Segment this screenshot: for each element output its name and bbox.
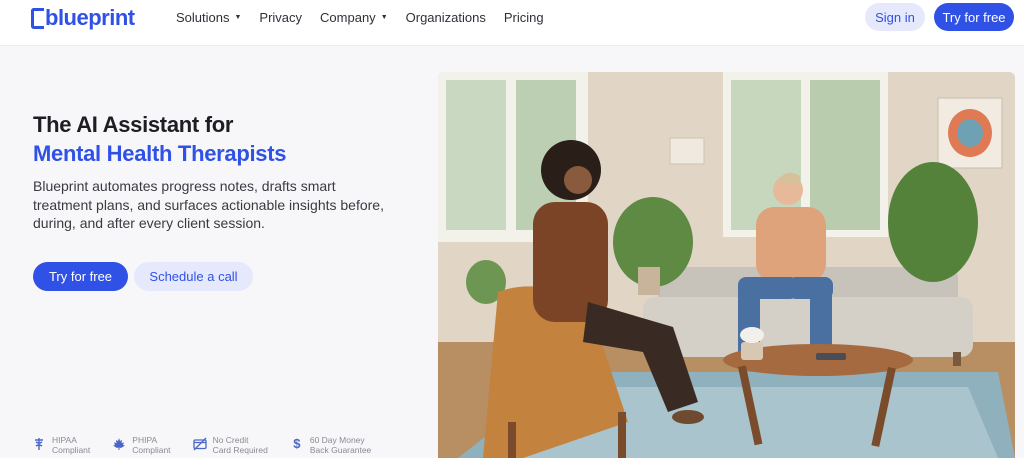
nav-item-label: Privacy xyxy=(259,9,303,25)
sign-in-button[interactable]: Sign in xyxy=(865,3,925,31)
nav-item-label: Solutions xyxy=(176,9,230,25)
badge-line2: Back Guarantee xyxy=(309,445,372,455)
caret-down-icon: ▼ xyxy=(234,13,242,21)
nav-links: Solutions ▼ Privacy Company ▼ Organization… xyxy=(176,9,562,25)
nav-item-label: Company xyxy=(320,9,376,25)
nav-try-free-button[interactable]: Try for free xyxy=(934,3,1014,31)
nav-item-label: Pricing xyxy=(503,9,544,25)
logo-text: blueprint xyxy=(45,5,135,30)
try-free-button[interactable]: Try for free xyxy=(33,262,128,291)
badge-line1: PHIPA xyxy=(132,435,158,445)
top-nav: blueprint Solutions ▼ Privacy Company ▼ Or… xyxy=(0,0,1024,46)
badge-line1: No Credit xyxy=(212,435,249,445)
badge-line2: Compliant xyxy=(52,445,91,455)
nav-item-privacy[interactable]: Privacy xyxy=(259,9,302,25)
badge-line2: Card Required xyxy=(212,445,268,455)
badge-line1: HIPAA xyxy=(52,435,77,445)
trust-badges: HIPAA Compliant PHIPA Compliant No Credi… xyxy=(32,435,393,455)
hero-description: Blueprint automates progress notes, draf… xyxy=(33,178,384,231)
caret-down-icon: ▼ xyxy=(380,13,388,21)
badge-hipaa: HIPAA Compliant xyxy=(32,435,90,455)
hero-title-line1: The AI Assistant for xyxy=(33,112,234,137)
hero-title-line2: Mental Health Therapists xyxy=(33,141,287,166)
nav-item-pricing[interactable]: Pricing xyxy=(504,9,544,25)
badge-phipa: PHIPA Compliant xyxy=(112,435,171,455)
nav-item-solutions[interactable]: Solutions ▼ xyxy=(176,9,241,25)
brand-logo[interactable]: blueprint xyxy=(31,5,135,31)
nav-item-organizations[interactable]: Organizations xyxy=(406,9,486,25)
dollar-icon: $ xyxy=(293,436,301,451)
nav-item-company[interactable]: Company ▼ xyxy=(320,9,388,25)
hero-title: The AI Assistant for Mental Health Thera… xyxy=(33,110,287,168)
badge-line2: Compliant xyxy=(132,445,171,455)
maple-leaf-icon xyxy=(112,437,126,451)
hero-photo-therapy-session xyxy=(438,72,1015,458)
badge-no-card: No Credit Card Required xyxy=(192,435,268,455)
badge-line1: 60 Day Money xyxy=(309,435,365,445)
caduceus-icon xyxy=(32,437,46,451)
schedule-call-button[interactable]: Schedule a call xyxy=(134,262,253,291)
no-card-icon xyxy=(192,437,207,451)
badge-money-back: $ 60 Day Money Back Guarantee xyxy=(290,435,371,455)
logo-bracket-icon xyxy=(31,7,44,29)
nav-item-label: Organizations xyxy=(405,9,486,25)
